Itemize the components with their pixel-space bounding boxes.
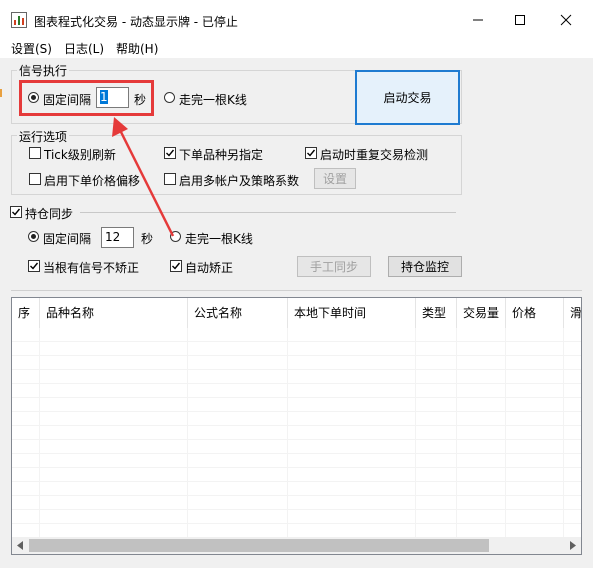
annotation-arrow — [112, 117, 175, 237]
